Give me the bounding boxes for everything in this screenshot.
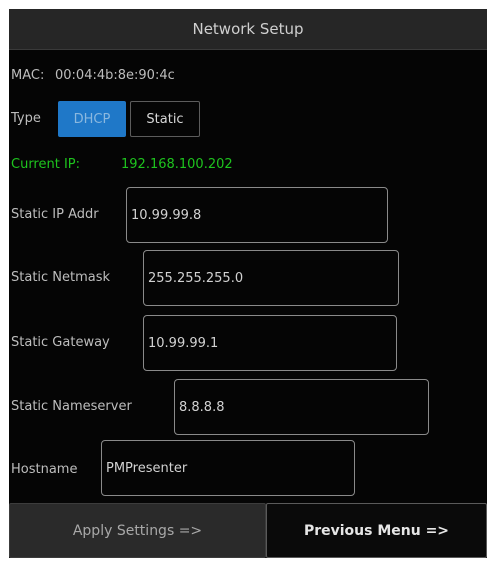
static-ip-label: Static IP Addr	[11, 207, 99, 222]
dhcp-option[interactable]: DHCP	[58, 101, 126, 137]
current-ip-value: 192.168.100.202	[121, 157, 233, 172]
apply-settings-label: Apply Settings =>	[72, 522, 203, 539]
static-gateway-value: 10.99.99.1	[148, 335, 219, 351]
hostname-value: PMPresenter	[106, 460, 188, 476]
static-option-label: Static	[146, 111, 184, 127]
apply-settings-button[interactable]: Apply Settings =>	[9, 503, 266, 558]
hostname-input[interactable]: PMPresenter	[101, 440, 355, 496]
mac-value: 00:04:4b:8e:90:4c	[55, 68, 175, 83]
mac-label: MAC:	[11, 68, 45, 83]
static-option[interactable]: Static	[130, 101, 200, 137]
current-ip-label: Current IP:	[11, 157, 81, 172]
title-bar: Network Setup	[9, 9, 487, 50]
static-nameserver-value: 8.8.8.8	[179, 399, 225, 415]
static-nameserver-input[interactable]: 8.8.8.8	[174, 379, 429, 435]
static-ip-input[interactable]: 10.99.99.8	[126, 187, 388, 243]
dhcp-option-label: DHCP	[73, 111, 111, 127]
hostname-label: Hostname	[11, 462, 78, 477]
previous-menu-button[interactable]: Previous Menu =>	[266, 503, 487, 558]
type-label: Type	[11, 111, 41, 126]
previous-menu-label: Previous Menu =>	[303, 522, 450, 539]
network-setup-screen: Network Setup MAC: 00:04:4b:8e:90:4c Typ…	[9, 9, 487, 558]
static-netmask-label: Static Netmask	[11, 270, 111, 285]
static-gateway-label: Static Gateway	[11, 335, 110, 350]
static-netmask-value: 255.255.255.0	[148, 270, 244, 286]
static-gateway-input[interactable]: 10.99.99.1	[143, 315, 397, 371]
static-ip-value: 10.99.99.8	[131, 207, 202, 223]
page-title: Network Setup	[192, 20, 304, 38]
static-nameserver-label: Static Nameserver	[11, 399, 132, 414]
static-netmask-input[interactable]: 255.255.255.0	[143, 250, 399, 306]
